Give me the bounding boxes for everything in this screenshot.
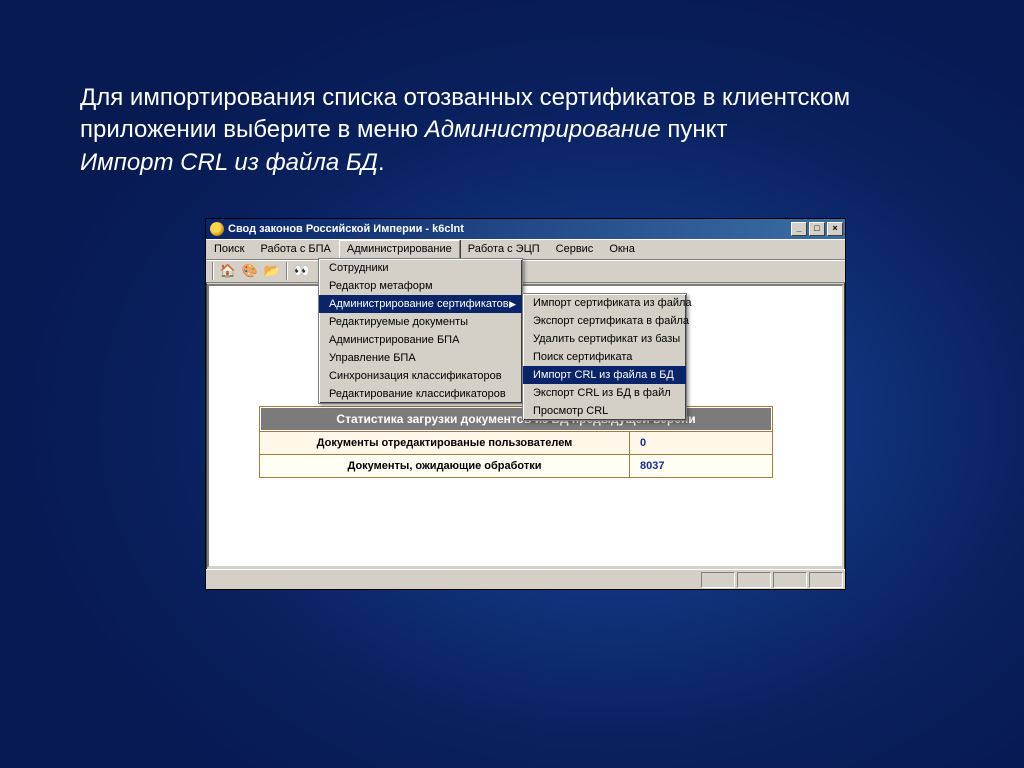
menu-item-label: Администрирование сертификатов — [329, 298, 509, 310]
submenu-export-cert[interactable]: Экспорт сертификата в файла — [523, 312, 686, 330]
binoculars-icon[interactable]: 👀 — [292, 261, 312, 281]
house-icon[interactable]: 🏠 — [218, 261, 238, 281]
stats-value: 0 — [630, 432, 772, 454]
stats-row: Документы, ожидающие обработки 8037 — [260, 454, 772, 477]
menu-ecp[interactable]: Работа с ЭЦП — [460, 240, 548, 259]
titlebar[interactable]: Свод законов Российской Империи - k6clnt… — [206, 219, 845, 239]
slide-text-part: пункт — [661, 116, 728, 143]
menu-item-edit-classifiers[interactable]: Редактирование классификаторов — [319, 385, 522, 403]
window-title: Свод законов Российской Империи - k6clnt — [228, 223, 791, 235]
menu-item-employees[interactable]: Сотрудники — [319, 259, 522, 277]
submenu-arrow-icon: ▶ — [509, 299, 516, 310]
folder-icon[interactable]: 📂 — [262, 261, 282, 281]
submenu-import-cert[interactable]: Импорт сертификата из файла — [523, 294, 686, 312]
menu-windows[interactable]: Окна — [601, 240, 643, 259]
menu-item-metaform-editor[interactable]: Редактор метаформ — [319, 277, 522, 295]
submenu-delete-cert[interactable]: Удалить сертификат из базы — [523, 330, 686, 348]
dropdown-admin: Сотрудники Редактор метаформ Администрир… — [318, 258, 523, 404]
submenu-export-crl[interactable]: Экспорт CRL из БД в файл — [523, 384, 686, 402]
submenu-find-cert[interactable]: Поиск сертификата — [523, 348, 686, 366]
menu-service[interactable]: Сервис — [548, 240, 602, 259]
menu-item-sync-classifiers[interactable]: Синхронизация классификаторов — [319, 367, 522, 385]
menu-admin[interactable]: Администрирование — [339, 240, 460, 259]
submenu-view-crl[interactable]: Просмотр CRL — [523, 402, 686, 420]
stats-table: Статистика загрузки документов из БД пре… — [259, 406, 773, 478]
menu-item-editable-docs[interactable]: Редактируемые документы — [319, 313, 522, 331]
toolbar-separator — [212, 262, 214, 280]
menu-item-cert-admin[interactable]: Администрирование сертификатов ▶ — [319, 295, 522, 313]
stats-label: Документы, ожидающие обработки — [260, 455, 630, 477]
stats-row: Документы отредактированые пользователем… — [260, 431, 772, 454]
palette-icon[interactable]: 🎨 — [240, 261, 260, 281]
stats-header: Статистика загрузки документов из БД пре… — [260, 407, 772, 431]
slide-text-italic-1: Администрирование — [425, 116, 661, 143]
slide-instruction: Для импортирования списка отозванных сер… — [80, 82, 940, 179]
menu-search[interactable]: Поиск — [206, 240, 252, 259]
dropdown-cert-submenu: Импорт сертификата из файла Экспорт серт… — [522, 293, 687, 421]
status-cell — [809, 572, 843, 588]
menubar: Поиск Работа с БПА Администрирование Раб… — [206, 239, 845, 259]
minimize-button[interactable]: _ — [791, 222, 807, 236]
stats-value: 8037 — [630, 455, 772, 477]
maximize-button[interactable]: □ — [809, 222, 825, 236]
toolbar-separator — [286, 262, 288, 280]
app-icon — [210, 222, 224, 236]
status-cell — [701, 572, 735, 588]
submenu-import-crl[interactable]: Импорт CRL из файла в БД — [523, 366, 686, 384]
status-cell — [737, 572, 771, 588]
menu-item-bpa-manage[interactable]: Управление БПА — [319, 349, 522, 367]
close-button[interactable]: × — [827, 222, 843, 236]
slide-text-italic-2: Импорт CRL из файла БД — [80, 149, 378, 176]
menu-bpa[interactable]: Работа с БПА — [252, 240, 338, 259]
stats-label: Документы отредактированые пользователем — [260, 432, 630, 454]
menu-item-bpa-admin[interactable]: Администрирование БПА — [319, 331, 522, 349]
slide-text-part: . — [378, 149, 385, 176]
statusbar — [206, 569, 845, 589]
toolbar: 🏠 🎨 📂 👀 — [206, 259, 845, 283]
status-cell — [773, 572, 807, 588]
